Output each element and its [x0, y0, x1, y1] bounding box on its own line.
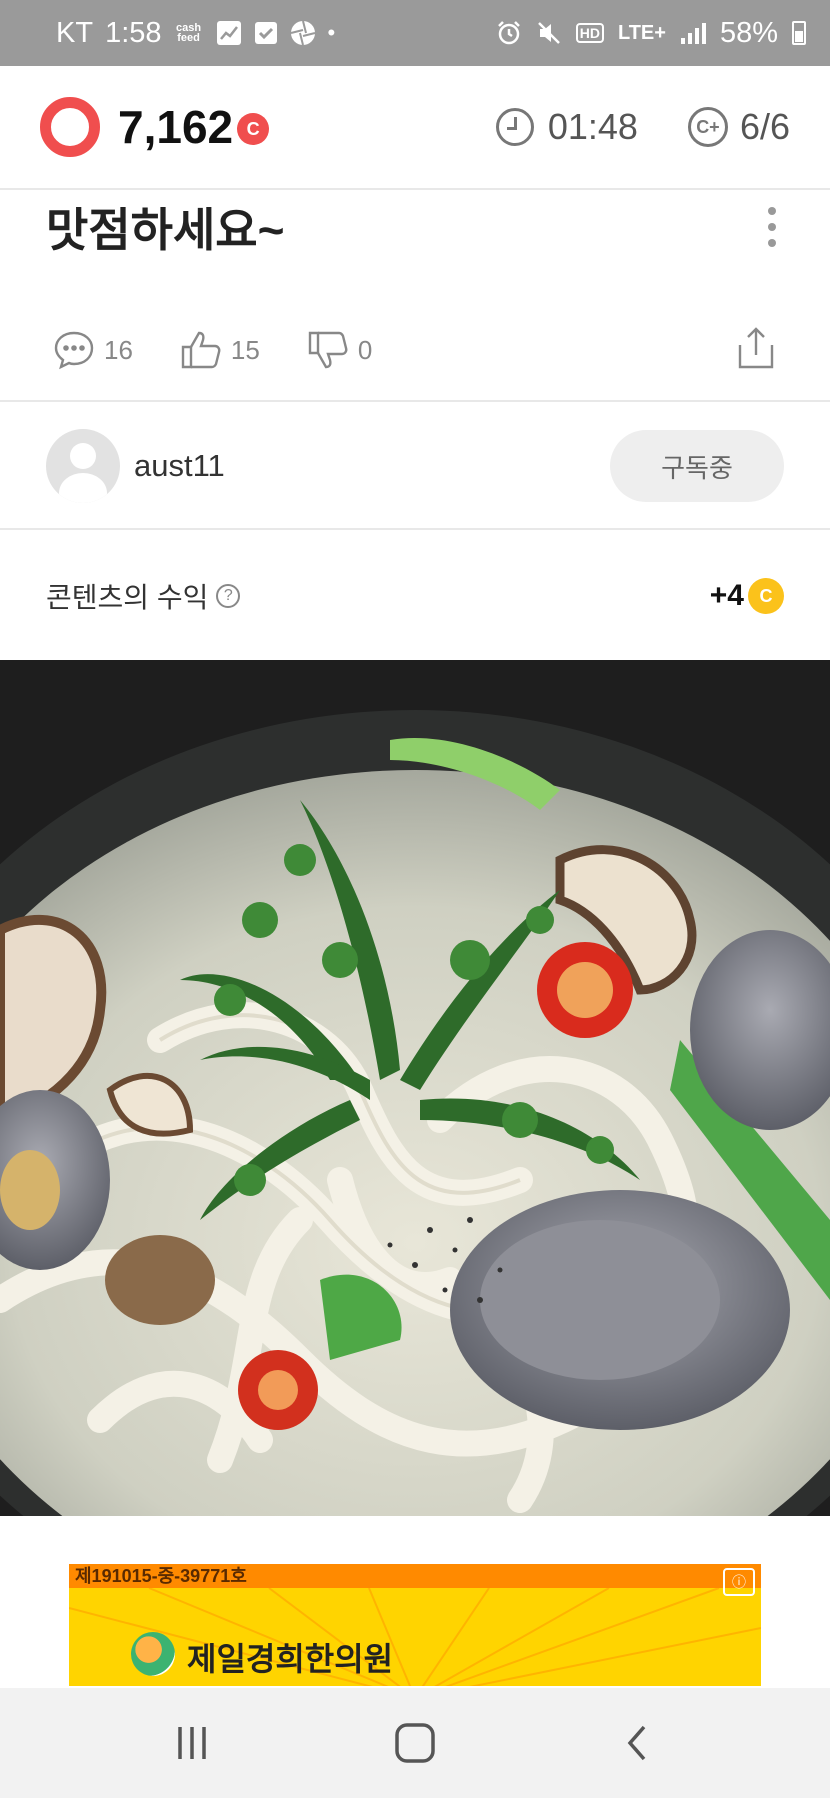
like-count: 15	[230, 334, 260, 365]
status-left: KT 1:58 cash feed •	[56, 17, 335, 50]
recent-apps-button[interactable]	[152, 1703, 232, 1783]
signal-icon	[680, 21, 706, 45]
status-right: HD LTE+ 58%	[496, 17, 806, 50]
author-row: aust11 구독중	[0, 404, 830, 530]
clock-time: 1:58	[105, 16, 162, 49]
timer-value: 01:48	[547, 106, 638, 147]
chart-icon	[216, 20, 242, 46]
post-image	[0, 660, 830, 1516]
ad-logo-icon	[131, 1632, 175, 1676]
points-total: 7,162	[118, 101, 234, 153]
share-button[interactable]	[734, 325, 778, 376]
battery-percent: 58%	[719, 16, 778, 49]
mute-icon	[536, 20, 562, 46]
more-options-icon[interactable]	[768, 207, 776, 247]
earnings-label: 콘텐츠의 수익	[46, 582, 209, 613]
comment-count: 16	[104, 334, 133, 365]
coin-plus-icon: C+	[687, 107, 728, 147]
app-header: 7,162 C 01:48 C+ 6/6	[0, 66, 830, 190]
subscribe-button[interactable]: 구독중	[610, 430, 784, 502]
comment-button[interactable]: 16	[52, 329, 133, 371]
timer: 01:48	[495, 106, 638, 148]
comment-icon	[54, 331, 94, 370]
home-button[interactable]	[375, 1703, 455, 1783]
coin-counter[interactable]: C+ 6/6	[687, 106, 790, 148]
ad-brand-text: 제일경희한의원	[187, 1640, 394, 1678]
check-icon	[254, 21, 278, 45]
notification-dot-icon: •	[327, 20, 336, 45]
alarm-icon	[496, 20, 522, 46]
progress-ring-icon[interactable]	[40, 97, 100, 157]
thumbs-up-icon	[181, 331, 221, 369]
coin-icon: C	[748, 578, 784, 614]
network-type: LTE+	[617, 21, 666, 44]
ad-info-icon[interactable]: ⓘ	[723, 1568, 755, 1596]
recent-apps-icon	[177, 1727, 206, 1759]
reaction-bar: 16 15 0	[0, 300, 830, 402]
earnings-value: +4 C	[710, 578, 784, 614]
aperture-icon	[290, 20, 316, 46]
back-button[interactable]	[598, 1703, 678, 1783]
ad-banner[interactable]: 제191015-중-39771호 제일경희한의원 ⓘ	[69, 1564, 761, 1686]
back-icon	[627, 1725, 646, 1761]
post-title-row: 맛점하세요~	[0, 192, 830, 262]
thumbs-down-icon	[308, 331, 348, 369]
share-icon	[738, 326, 774, 368]
post-title: 맛점하세요~	[46, 204, 285, 256]
home-icon	[395, 1723, 435, 1763]
clock-icon	[495, 108, 534, 146]
ad-background	[69, 1588, 761, 1686]
dislike-button[interactable]: 0	[306, 329, 372, 371]
status-bar: KT 1:58 cash feed • HD LTE+ 58%	[0, 0, 830, 66]
carrier: KT	[56, 16, 94, 49]
like-button[interactable]: 15	[179, 329, 260, 371]
help-icon[interactable]: ?	[216, 584, 241, 608]
ad-license-text: 제191015-중-39771호	[69, 1564, 761, 1588]
earnings-amount: +4	[709, 579, 744, 612]
dislike-count: 0	[357, 334, 373, 365]
hd-icon: HD	[575, 23, 604, 43]
cashfeed-icon: cash feed	[175, 22, 202, 44]
content-earnings-row: 콘텐츠의 수익 ? +4 C	[0, 532, 830, 660]
author-name[interactable]: aust11	[134, 448, 225, 484]
counter-value: 6/6	[739, 106, 790, 147]
coin-icon: C	[237, 113, 270, 145]
system-nav-bar	[0, 1688, 830, 1798]
avatar[interactable]	[46, 429, 120, 503]
battery-icon	[792, 21, 806, 45]
